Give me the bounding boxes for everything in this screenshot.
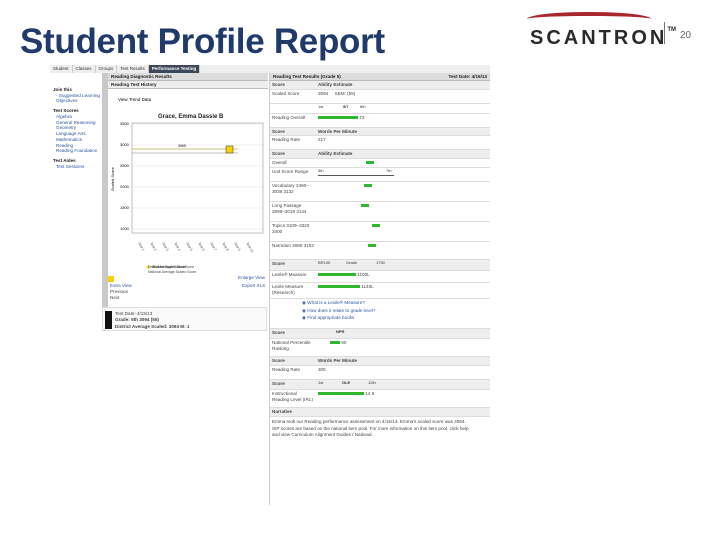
results-header: Reading Test Results (Grade 5) Test Date…: [270, 73, 490, 81]
reading-overall-row: Reading Overall 73: [270, 114, 490, 128]
ole-row: Instructional Reading Level (IRL) 14.9: [270, 390, 490, 408]
lexile-links: ◉ What is a Lexile® Measure? ◉ How does …: [270, 299, 490, 330]
summary-district: District Average Scaled: 3094 M: 1: [115, 323, 190, 329]
sidebar-item[interactable]: Reading Foundation: [53, 148, 105, 154]
overall2-row: Overall: [270, 159, 490, 169]
legend-extra: District Average Scaled Score National A…: [148, 265, 196, 274]
results-panel: Reading Test Results (Grade 5) Test Date…: [269, 73, 490, 505]
sidebar-item[interactable]: Test Sessions: [53, 164, 105, 170]
grade-level-link[interactable]: ◉ How does it relate to grade level?: [302, 307, 490, 314]
logo-tm: TM: [667, 27, 677, 33]
svg-text:Test 9: Test 9: [233, 242, 241, 252]
results-date: Test Date: 4/15/13: [448, 74, 487, 79]
wpm-header-row: Score Words Per Minute: [270, 127, 490, 137]
lexile-info-link[interactable]: ◉ What is a Lexile® Measure?: [302, 299, 490, 306]
overall-bar: [318, 116, 358, 120]
enlarge-view-link[interactable]: Enlarge View: [238, 275, 265, 281]
tab-test-results[interactable]: Test Results: [117, 65, 149, 73]
legend-national: National Average Scaled Score: [148, 269, 197, 274]
y-tick: 2500: [120, 163, 130, 168]
find-books-link[interactable]: ◉ Find appropriate books: [302, 314, 490, 321]
warning-icon: [108, 276, 114, 282]
ole-header-row: Score 1st OLE 12th: [270, 379, 490, 390]
svg-text:Test 6: Test 6: [197, 242, 205, 252]
unit-range-row: Unit Score Range 3th 7th: [270, 168, 490, 183]
grade-scale-row: 1st 5/7 6th: [270, 104, 490, 114]
logo-arc-icon: [527, 12, 651, 26]
graph-nav: Extra View Previous Next: [110, 283, 132, 301]
reading-rate2-row: Reading Rate 305: [270, 366, 490, 380]
scaled-score-row: Scaled Score 3094 SEM: (55): [270, 90, 490, 104]
narrative-header-row: Narrative: [270, 407, 490, 417]
gridlines: [132, 123, 263, 230]
y-ticks: 3500 3000 2500 2000 1500 1000: [120, 121, 130, 231]
unit-row: Narration 3085 3162: [270, 242, 490, 261]
svg-text:Test 3: Test 3: [161, 242, 169, 252]
svg-text:Test 4: Test 4: [173, 242, 181, 252]
lexile-row: Lexile® Measure 1100L: [270, 271, 490, 284]
student-score-marker[interactable]: [225, 145, 234, 154]
unit-row: Topics 3109–3320 3400: [270, 222, 490, 243]
svg-text:Test 7: Test 7: [209, 242, 217, 252]
logo-wordmark: SCANTRON: [530, 27, 668, 49]
lexile-header-row: Score BR100 Grade 1750: [270, 260, 490, 272]
npr-header-row: Score NPR: [270, 329, 490, 340]
unit-row: Long Passage 2899–3019 3144: [270, 202, 490, 223]
mid-value: 3065: [178, 144, 186, 148]
sidebar: Join this - Suggested Learning Objective…: [53, 83, 105, 170]
graph-subheader: Reading Test History: [108, 81, 268, 89]
lexile-research-row: Lexile Measure (Research) 1140L: [270, 283, 490, 300]
scantron-logo: SCANTRONTM: [525, 12, 676, 52]
screenshot-panel: Student Classes Groups Test Results Perf…: [50, 65, 492, 505]
ability-header-row: Score Ability Estimate: [270, 150, 490, 160]
svg-text:Test 2: Test 2: [149, 242, 157, 252]
sidebar-item[interactable]: Objectives: [53, 98, 105, 104]
graph-header: Reading Diagnostic Results: [108, 73, 268, 81]
y-tick: 1000: [120, 226, 130, 231]
export-xls-link[interactable]: Export XLS: [242, 283, 265, 289]
y-tick: 1500: [120, 205, 130, 210]
unit-row: Vocabulary 2460–3039 3132: [270, 182, 490, 203]
x-tick-labels: Test 1 Test 2 Test 3 Test 4 Test 5 Test …: [137, 242, 254, 254]
divider: [664, 22, 665, 44]
narrative-text: Emma took our Reading performance assess…: [272, 418, 469, 438]
score-header-row: Score Ability Estimate: [270, 81, 490, 90]
tab-classes[interactable]: Classes: [73, 65, 96, 73]
trend-chart: View Trend Data Grace, Emma Dassie B Sca…: [108, 93, 268, 273]
tab-bar: Student Classes Groups Test Results Perf…: [50, 65, 490, 73]
y-tick: 3000: [120, 142, 130, 147]
reading-rate-row: Reading Rate 217: [270, 136, 490, 151]
view-trend-label: View Trend Data: [118, 97, 152, 102]
y-axis-label: Scaled Score: [110, 166, 115, 191]
legend-district: District Average Scaled Score: [148, 265, 195, 269]
svg-text:Test 8: Test 8: [221, 242, 229, 252]
y-tick: 3500: [120, 121, 130, 126]
summary-marker: [105, 311, 112, 329]
y-tick: 2000: [120, 184, 130, 189]
svg-text:Test 5: Test 5: [185, 242, 193, 252]
page-number: 20: [680, 30, 692, 41]
tab-student[interactable]: Student: [50, 65, 73, 73]
tab-groups[interactable]: Groups: [96, 65, 118, 73]
tab-performance-testing[interactable]: Performance Testing: [148, 65, 201, 73]
svg-text:Test 10: Test 10: [245, 242, 254, 254]
wpm2-header-row: Score Words Per Minute: [270, 357, 490, 366]
svg-text:Test 1: Test 1: [137, 242, 145, 252]
next-link[interactable]: Next: [110, 295, 132, 301]
results-title: Reading Test Results (Grade 5): [273, 74, 341, 79]
npr-row: National Percentile Ranking 90: [270, 339, 490, 358]
trend-chart-svg: View Trend Data Grace, Emma Dassie B Sca…: [110, 97, 264, 269]
summary-box: Test Date: 4/15/13 Grade: 5th 3094 (55) …: [102, 307, 267, 331]
chart-title: Grace, Emma Dassie B: [158, 114, 224, 120]
plot-area: [131, 122, 264, 234]
slide-title: Student Profile Report: [20, 22, 385, 61]
